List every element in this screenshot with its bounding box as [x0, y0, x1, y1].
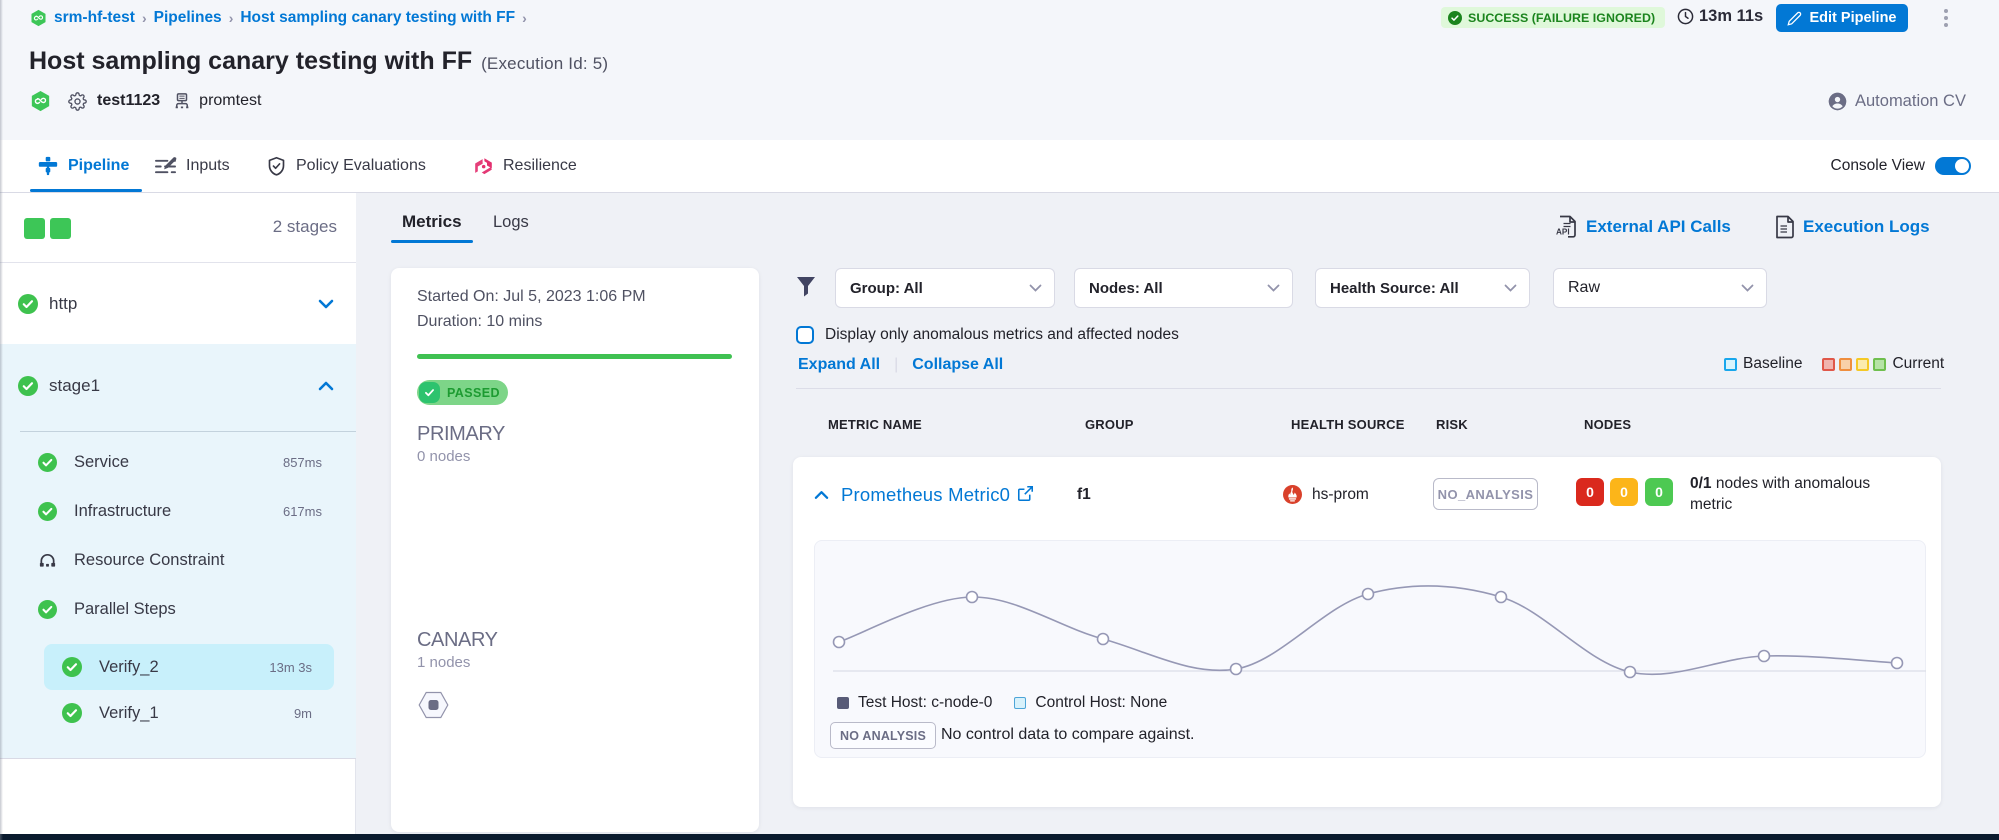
svg-text:API: API [1556, 228, 1570, 237]
